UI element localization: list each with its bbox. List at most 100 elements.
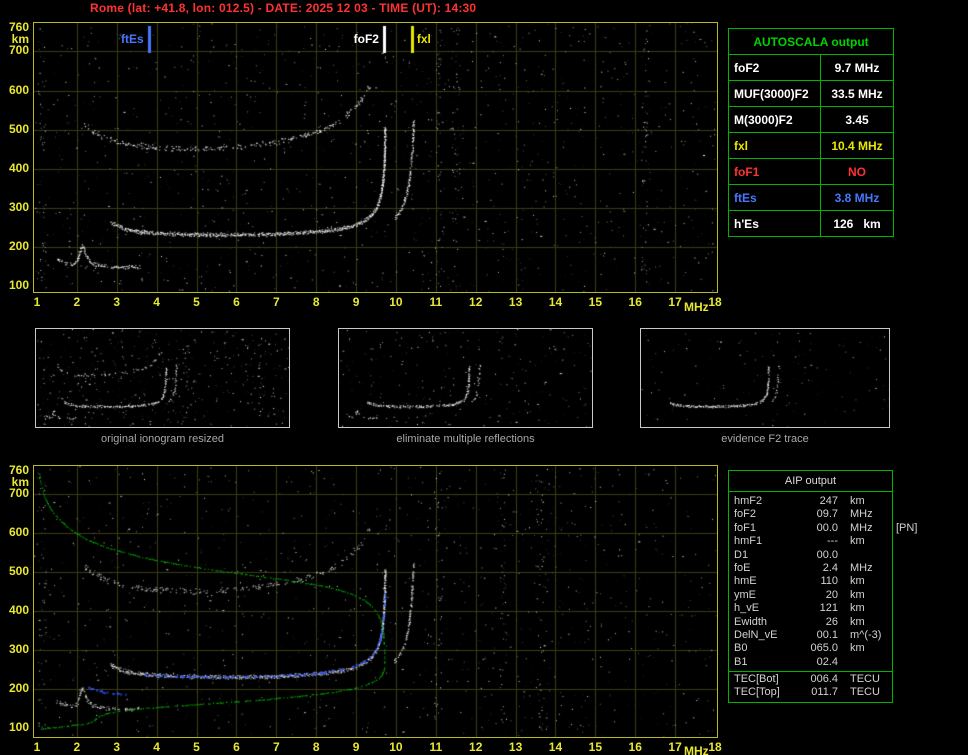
- aip-tec-divider: [729, 671, 892, 673]
- aip-param-value: ---: [827, 535, 838, 548]
- aip-param-value: 247: [819, 495, 838, 507]
- aip-param-name: foE: [734, 561, 751, 574]
- autoscala-param-label: fxl: [728, 132, 821, 159]
- aip-row-Ewidth: Ewidth 26 km: [729, 616, 892, 629]
- aip-param-name: DelN_vE: [734, 628, 778, 641]
- x-tick-label-1: 1: [33, 740, 41, 754]
- x-tick-label-14: 14: [548, 740, 563, 754]
- autoscala-param-value: 3.45: [820, 106, 894, 133]
- autoscala-row-foF2: foF2 9.7 MHz: [728, 54, 894, 81]
- autoscala-param-value: 9.7 MHz: [820, 54, 894, 81]
- autoscala-row-foF1: foF1 NO: [728, 158, 894, 185]
- aip-row-D1: D1 00.0: [729, 549, 892, 562]
- aip-row-B1: B1 02.4: [729, 656, 892, 669]
- aip-param-extra: [890, 549, 896, 562]
- aip-param-unit: TECU: [850, 686, 880, 699]
- autoscala-header: AUTOSCALA output: [728, 28, 894, 55]
- aip-row-hmF1: hmF1 --- km: [729, 535, 892, 548]
- x-tick-label-13: 13: [508, 740, 523, 754]
- aip-row-foF1: foF1 00.0 MHz [PN]: [729, 521, 917, 535]
- aip-param-value: 121: [819, 602, 838, 615]
- aip-param-value: 065.0: [810, 642, 838, 655]
- x-tick-label-12: 12: [469, 295, 483, 309]
- aip-param-extra: [890, 495, 896, 508]
- autoscala-param-value: 10.4 MHz: [820, 132, 894, 159]
- y-tick-label-600: 600: [8, 525, 29, 540]
- aip-param-value: 011.7: [811, 686, 838, 699]
- aip-param-value: 2.4: [822, 561, 838, 574]
- aip-param-name: ymE: [734, 588, 756, 601]
- x-tick-label-9: 9: [352, 740, 360, 754]
- aip-param-extra: [890, 673, 896, 686]
- aip-param-value: 006.4: [810, 673, 838, 686]
- aip-param-value: 00.0: [816, 521, 838, 534]
- autoscala-screen: Rome (lat: +41.8, lon: 012.5) - DATE: 20…: [0, 0, 968, 755]
- ionogram-plot-top: ftEs foF2 fxl: [33, 22, 718, 293]
- autoscala-param-value: 3.8 MHz: [820, 184, 894, 211]
- aip-param-unit: km: [850, 602, 865, 615]
- x-tick-label-4: 4: [153, 295, 160, 309]
- aip-row-foF2: foF2 09.7 MHz: [729, 508, 892, 521]
- autoscala-param-value: 126 km: [820, 210, 894, 237]
- x-tick-label-7: 7: [272, 295, 280, 309]
- aip-param-value: 00.1: [816, 628, 838, 641]
- marker-label-fxl: fxl: [416, 32, 431, 46]
- station-date-title: Rome (lat: +41.8, lon: 012.5) - DATE: 20…: [90, 1, 477, 15]
- x-tick-label-3: 3: [113, 740, 121, 754]
- autoscala-param-label: foF2: [728, 54, 821, 81]
- x-tick-label-1: 1: [33, 295, 41, 309]
- x-tick-label-8: 8: [312, 740, 320, 754]
- aip-param-name: hmE: [734, 575, 757, 588]
- x-tick-label-14: 14: [548, 295, 563, 309]
- y-tick-label-500: 500: [8, 564, 29, 579]
- aip-param-extra: [890, 642, 896, 655]
- y-tick-label-200: 200: [8, 238, 29, 253]
- y-tick-label-400: 400: [8, 603, 29, 618]
- thumbnail-original-ionogram: [35, 328, 290, 428]
- aip-param-value: 09.7: [816, 508, 838, 521]
- y-tick-label-400: 400: [8, 160, 29, 175]
- aip-param-name: foF2: [734, 508, 757, 521]
- aip-row-TEC[Bot]: TEC[Bot] 006.4 TECU: [729, 673, 892, 686]
- aip-param-unit: km: [850, 535, 865, 548]
- aip-param-name: h_vE: [734, 602, 760, 615]
- x-tick-label-11: 11: [429, 295, 443, 309]
- aip-param-unit: MHz: [850, 561, 873, 574]
- aip-row-B0: B0 065.0 km: [729, 642, 892, 655]
- aip-param-name: hmF2: [734, 495, 763, 507]
- x-tick-label-6: 6: [233, 295, 240, 309]
- aip-row-DelN_vE: DelN_vE 00.1 m^(-3): [729, 629, 892, 642]
- aip-row-hmE: hmE 110 km: [729, 575, 892, 588]
- autoscala-param-value: NO: [820, 158, 894, 185]
- autoscala-param-label: MUF(3000)F2: [728, 80, 821, 107]
- x-tick-label-10: 10: [389, 740, 403, 754]
- thumbnail-original-canvas: [36, 329, 289, 427]
- x-tick-label-2: 2: [73, 295, 81, 309]
- x-tick-label-10: 10: [389, 295, 403, 309]
- aip-param-unit: [838, 549, 890, 562]
- caption-eliminate-reflections: eliminate multiple reflections: [396, 433, 535, 445]
- autoscala-row-ftEs: ftEs 3.8 MHz: [728, 184, 894, 211]
- aip-param-name: D1: [734, 548, 749, 561]
- autoscala-param-label: M(3000)F2: [728, 106, 821, 133]
- y-tick-label-100: 100: [8, 278, 29, 292]
- aip-param-unit: km: [850, 575, 865, 588]
- caption-original-ionogram: original ionogram resized: [101, 433, 224, 445]
- autoscala-header-row: AUTOSCALA output: [728, 28, 894, 55]
- aip-output-table: AIP output hmF2 247 km foF2 09.7 MHz foF1 00.0 M…: [728, 470, 917, 703]
- caption-evidence-f2: evidence F2 trace: [721, 433, 809, 445]
- aip-row-foE: foE 2.4 MHz: [729, 562, 892, 575]
- autoscala-output-table: AUTOSCALA output foF2 9.7 MHz MUF(3000)F2 3…: [728, 28, 894, 237]
- aip-param-extra: [890, 616, 896, 629]
- aip-param-extra: [890, 629, 896, 642]
- aip-param-value: 20: [825, 588, 838, 601]
- aip-param-name: B0: [734, 642, 748, 655]
- aip-param-unit: km: [850, 642, 865, 655]
- autoscala-param-label: ftEs: [728, 184, 821, 211]
- x-tick-label-12: 12: [469, 740, 483, 754]
- aip-param-unit: km: [850, 615, 865, 628]
- ionogram-canvas-bottom: [34, 466, 717, 737]
- ionogram-plot-bottom: [33, 465, 718, 738]
- autoscala-row-fxl: fxl 10.4 MHz: [728, 132, 894, 159]
- aip-param-unit: km: [850, 495, 865, 507]
